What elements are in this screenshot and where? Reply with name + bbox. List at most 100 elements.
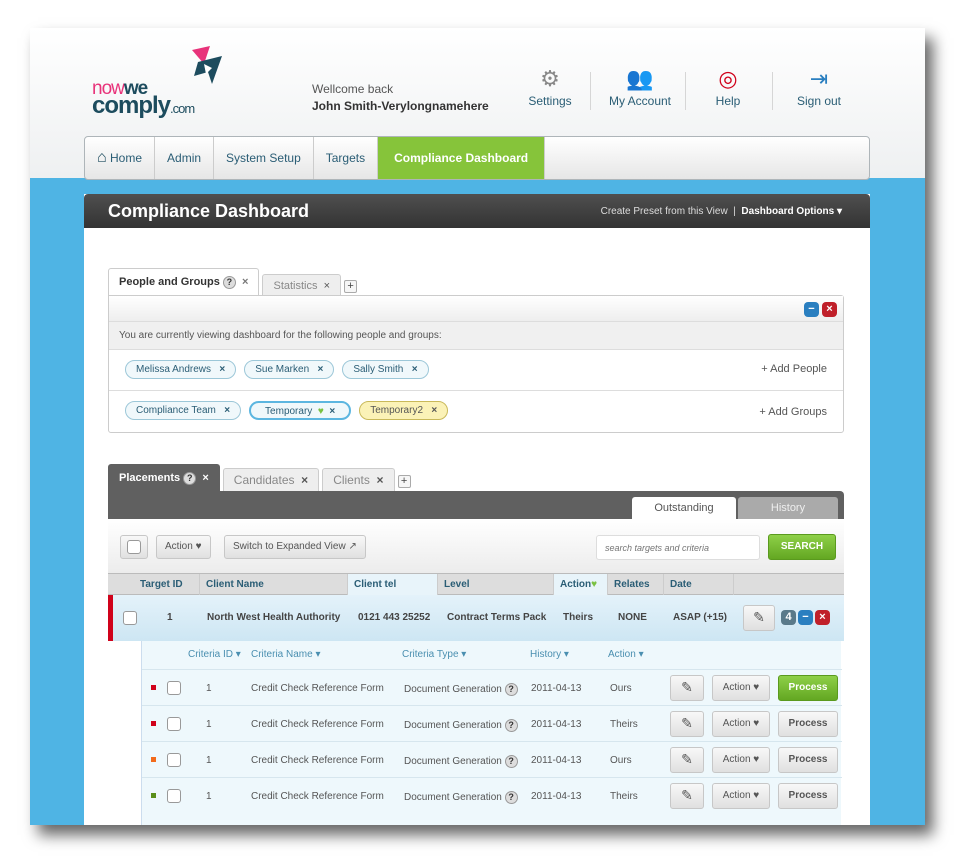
criteria-row[interactable]: 1 Credit Check Reference Form Document G… <box>142 669 842 705</box>
heart-icon: ♥ <box>317 406 324 417</box>
breadcrumb-system-setup[interactable]: System Setup <box>214 137 314 179</box>
col-client-tel[interactable]: Client tel <box>348 574 438 596</box>
viewing-notice: You are currently viewing dashboard for … <box>109 322 843 350</box>
select-all-checkbox[interactable] <box>120 535 148 559</box>
help-icon[interactable]: ? <box>504 791 518 804</box>
count-badge: 4 <box>781 610 796 625</box>
col-level[interactable]: Level <box>438 574 554 596</box>
edit-icon[interactable]: ✎ <box>670 675 704 701</box>
criteria-id: 1 <box>206 683 212 694</box>
nav-help[interactable]: ◎ Help <box>683 64 773 108</box>
col-action[interactable]: Action♥ <box>554 574 608 596</box>
tab-history[interactable]: History <box>738 497 838 519</box>
row-checkbox[interactable] <box>123 611 137 625</box>
breadcrumb-targets[interactable]: Targets <box>314 137 379 179</box>
remove-icon: × <box>411 364 418 375</box>
page-title: Compliance Dashboard <box>108 201 310 221</box>
col-client-name[interactable]: Client Name <box>200 574 348 596</box>
close-button[interactable]: × <box>815 610 830 625</box>
tab-outstanding[interactable]: Outstanding <box>632 497 736 519</box>
person-chip[interactable]: Sue Marken × <box>244 360 335 379</box>
col-relates[interactable]: Relates <box>608 574 664 596</box>
close-icon[interactable]: × <box>242 276 248 288</box>
tab-people-and-groups[interactable]: People and Groups ? × <box>108 268 260 297</box>
add-tab-button[interactable]: + <box>397 475 411 488</box>
breadcrumb-admin[interactable]: Admin <box>155 137 215 179</box>
criteria-action: Ours <box>610 755 632 766</box>
action-dropdown[interactable]: Action ♥ <box>156 535 211 559</box>
tab-clients[interactable]: Clients × <box>322 468 395 492</box>
table-row[interactable]: 1 North West Health Authority 0121 443 2… <box>108 595 844 641</box>
col-date[interactable]: Date <box>664 574 734 596</box>
edit-icon[interactable]: ✎ <box>670 747 704 773</box>
process-button[interactable]: Process <box>778 711 838 737</box>
criteria-type: Document Generation ? <box>404 755 518 768</box>
switch-expanded-view-button[interactable]: Switch to Expanded View ↗ <box>224 535 366 559</box>
welcome-text: Wellcome back <box>312 82 394 96</box>
process-button[interactable]: Process <box>778 675 838 701</box>
criteria-type: Document Generation ? <box>404 791 518 804</box>
col-target-id[interactable]: Target ID <box>108 574 200 596</box>
nav-my-account[interactable]: 👥 My Account <box>595 64 685 108</box>
row-checkbox[interactable] <box>167 789 181 803</box>
process-button[interactable]: Process <box>778 747 838 773</box>
people-groups-box: − × You are currently viewing dashboard … <box>108 295 844 433</box>
help-icon[interactable]: ? <box>183 472 197 485</box>
nav-settings[interactable]: ⚙ Settings <box>505 64 595 108</box>
help-icon[interactable]: ? <box>504 683 518 696</box>
row-checkbox[interactable] <box>167 753 181 767</box>
tab-statistics[interactable]: Statistics × <box>262 274 342 297</box>
add-groups-link[interactable]: + Add Groups <box>759 406 827 418</box>
panel-header: Compliance Dashboard Create Preset from … <box>84 194 870 228</box>
add-people-link[interactable]: + Add People <box>761 363 827 375</box>
status-flag-icon <box>151 685 156 690</box>
row-action-dropdown[interactable]: Action ♥ <box>712 783 770 809</box>
help-icon[interactable]: ? <box>504 719 518 732</box>
home-icon: ⌂ <box>97 149 107 166</box>
row-action-dropdown[interactable]: Action ♥ <box>712 675 770 701</box>
criteria-row[interactable]: 1 Credit Check Reference Form Document G… <box>142 777 842 813</box>
close-icon[interactable]: × <box>202 472 208 484</box>
door-exit-icon: ⇥ <box>809 66 829 91</box>
logo-text: comply.com <box>92 92 195 119</box>
criteria-id: 1 <box>206 755 212 766</box>
help-icon[interactable]: ? <box>222 276 236 289</box>
logo-star-icon <box>188 46 222 84</box>
person-chip[interactable]: Melissa Andrews × <box>125 360 237 379</box>
tab-placements[interactable]: Placements ? × <box>108 464 220 492</box>
criteria-type: Document Generation ? <box>404 719 518 732</box>
minimize-button[interactable]: − <box>804 302 819 317</box>
breadcrumb-compliance-dashboard[interactable]: Compliance Dashboard <box>378 137 546 179</box>
group-chip[interactable]: Temporary2 × <box>359 401 449 420</box>
close-icon: × <box>376 473 384 487</box>
nav-sign-out[interactable]: ⇥ Sign out <box>774 64 864 108</box>
breadcrumb-home[interactable]: ⌂ Home <box>85 137 156 179</box>
close-icon[interactable]: × <box>324 280 330 292</box>
edit-icon[interactable]: ✎ <box>670 783 704 809</box>
tab-candidates[interactable]: Candidates × <box>222 468 320 492</box>
minimize-button[interactable]: − <box>798 610 813 625</box>
edit-icon[interactable]: ✎ <box>670 711 704 737</box>
criteria-history: 2011-04-13 <box>531 755 582 766</box>
help-icon[interactable]: ? <box>504 755 518 768</box>
criteria-row[interactable]: 1 Credit Check Reference Form Document G… <box>142 741 842 777</box>
add-tab-button[interactable]: + <box>344 280 358 293</box>
row-action-dropdown[interactable]: Action ♥ <box>712 747 770 773</box>
search-button[interactable]: SEARCH <box>768 534 836 560</box>
row-action-dropdown[interactable]: Action ♥ <box>712 711 770 737</box>
group-chip[interactable]: Compliance Team × <box>125 401 242 420</box>
gear-icon: ⚙ <box>540 66 560 91</box>
close-button[interactable]: × <box>822 302 837 317</box>
criteria-row[interactable]: 1 Credit Check Reference Form Document G… <box>142 705 842 741</box>
search-input[interactable] <box>596 535 760 560</box>
user-icon: 👥 <box>626 66 654 91</box>
row-checkbox[interactable] <box>167 681 181 695</box>
person-chip[interactable]: Sally Smith × <box>342 360 429 379</box>
edit-icon[interactable]: ✎ <box>743 605 775 631</box>
process-button[interactable]: Process <box>778 783 838 809</box>
row-checkbox[interactable] <box>167 717 181 731</box>
remove-icon: × <box>317 364 324 375</box>
dashboard-options-dropdown[interactable]: Dashboard Options ▾ <box>741 206 842 217</box>
group-chip-selected[interactable]: Temporary ♥ × <box>249 401 352 420</box>
create-preset-link[interactable]: Create Preset from this View <box>601 206 728 217</box>
